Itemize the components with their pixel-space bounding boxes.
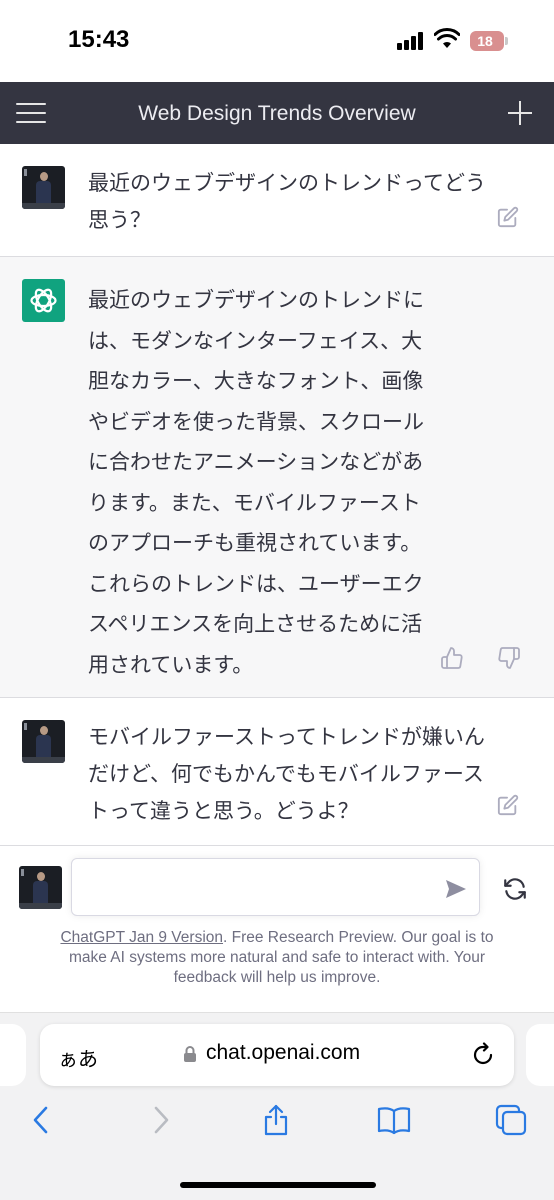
footer-text: make AI systems more natural and safe to… xyxy=(68,949,486,966)
message-line: スペリエンスを向上させるために活 xyxy=(88,612,423,636)
browser-toolbar: ぁあ chat.openai.com xyxy=(0,1012,554,1200)
message-line: は、モダンなインターフェイス、大 xyxy=(88,328,423,353)
message-line: モバイルファーストってトレンドが嫌いん xyxy=(88,725,485,749)
chevron-left-icon[interactable] xyxy=(24,1103,58,1137)
edit-icon[interactable] xyxy=(497,794,519,816)
address-bar[interactable]: ぁあ chat.openai.com xyxy=(40,1024,514,1086)
home-indicator xyxy=(180,1182,376,1188)
plus-icon[interactable] xyxy=(506,99,534,127)
url-text: chat.openai.com xyxy=(206,1041,361,1064)
page-settings-button[interactable]: ぁあ xyxy=(58,1043,98,1072)
message-line: これらのトレンドは、ユーザーエク xyxy=(88,571,424,596)
user-avatar xyxy=(22,166,65,209)
message-input[interactable] xyxy=(71,858,480,916)
thumbs-down-icon[interactable] xyxy=(497,646,521,670)
battery-level: 18 xyxy=(477,33,493,49)
chatgpt-logo-icon xyxy=(22,279,65,322)
user-avatar xyxy=(19,866,62,909)
message-user: モバイルファーストってトレンドが嫌いん だけど、何でもかんでもモバイルファース … xyxy=(0,698,554,846)
footer-text: feedback will help us improve. xyxy=(173,969,381,986)
message-line: 用されています。 xyxy=(88,652,254,677)
footer-disclaimer: ChatGPT Jan 9 Version. Free Research Pre… xyxy=(20,928,534,988)
status-time: 15:43 xyxy=(68,26,130,53)
message-line: に合わせたアニメーションなどがあ xyxy=(88,450,424,474)
message-line: だけど、何でもかんでもモバイルファース xyxy=(88,762,484,786)
user-avatar xyxy=(22,720,65,763)
battery-cap xyxy=(505,37,508,45)
lock-icon xyxy=(184,1046,196,1062)
message-line: トって違うと思う。どうよ？ xyxy=(88,799,359,823)
previous-tab-preview[interactable] xyxy=(0,1024,26,1086)
message-line: 胆なカラー、大きなフォント、画像 xyxy=(88,369,424,393)
book-icon[interactable] xyxy=(377,1103,411,1137)
wifi-icon xyxy=(434,28,460,48)
message-line: 最近のウェブデザインのトレンドに xyxy=(88,288,424,312)
next-tab-preview[interactable] xyxy=(526,1024,554,1086)
chevron-right-icon[interactable] xyxy=(144,1103,178,1137)
tabs-icon[interactable] xyxy=(494,1103,528,1137)
share-icon[interactable] xyxy=(259,1103,293,1137)
edit-icon[interactable] xyxy=(497,206,519,228)
send-icon[interactable] xyxy=(444,878,468,900)
regenerate-icon[interactable] xyxy=(502,876,528,902)
message-line: ります。また、モバイルファースト xyxy=(88,490,421,515)
message-assistant: 最近のウェブデザインのトレンドに は、モダンなインターフェイス、大 胆なカラー、… xyxy=(0,257,554,698)
footer-text: . Free Research Preview. Our goal is to xyxy=(223,929,494,946)
message-user: 最近のウェブデザインのトレンドってどう 思う？ xyxy=(0,144,554,257)
status-bar: 15:43 18 xyxy=(0,0,554,82)
message-line: やビデオを使った背景、スクロール xyxy=(88,409,424,434)
message-line: 思う？ xyxy=(88,208,151,232)
message-text: 最近のウェブデザインのトレンドに は、モダンなインターフェイス、大 胆なカラー、… xyxy=(88,280,498,685)
cellular-signal-icon xyxy=(397,32,427,50)
version-link[interactable]: ChatGPT Jan 9 Version xyxy=(60,929,223,946)
message-text: 最近のウェブデザインのトレンドってどう 思う？ xyxy=(88,165,498,239)
message-line: のアプローチも重視されています。 xyxy=(88,531,422,555)
message-line: 最近のウェブデザインのトレンドってどう xyxy=(88,171,486,195)
thumbs-up-icon[interactable] xyxy=(440,646,464,670)
battery-indicator: 18 xyxy=(470,31,504,51)
conversation-title: Web Design Trends Overview xyxy=(138,102,416,125)
reload-icon[interactable] xyxy=(470,1042,496,1068)
message-text: モバイルファーストってトレンドが嫌いん だけど、何でもかんでもモバイルファース … xyxy=(88,719,498,830)
app-header: Web Design Trends Overview xyxy=(0,82,554,144)
